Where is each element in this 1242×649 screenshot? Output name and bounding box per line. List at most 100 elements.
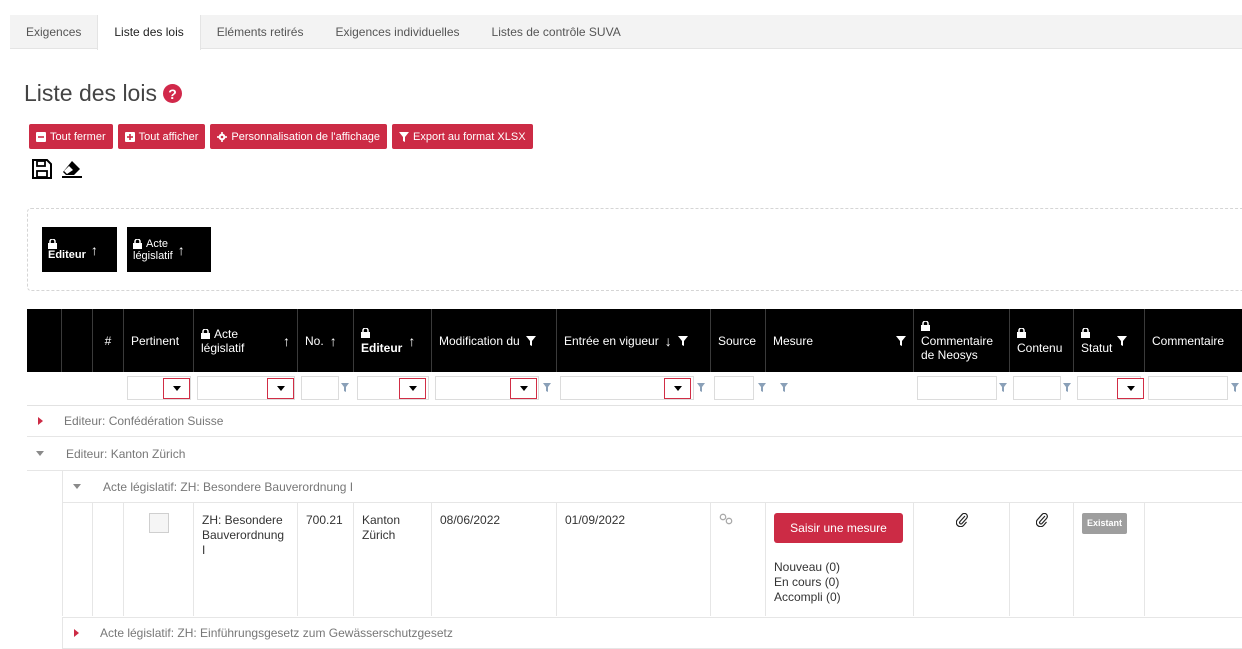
filter-clear-icon[interactable]: [1231, 383, 1239, 393]
collapse-all-button[interactable]: Tout fermer: [29, 124, 113, 149]
filter-entree-dropdown[interactable]: [664, 378, 691, 399]
filter-clear-icon[interactable]: [341, 383, 349, 393]
header-label: Statut: [1081, 340, 1113, 355]
collapse-arrow-icon[interactable]: [73, 484, 81, 489]
filter-icon[interactable]: [896, 335, 906, 346]
sort-arrow-down-icon: ↓: [664, 332, 672, 349]
header-contenu[interactable]: Contenu: [1010, 309, 1074, 372]
tab-exigences[interactable]: Exigences: [10, 15, 97, 49]
paperclip-icon[interactable]: [955, 513, 968, 527]
filter-acte-dropdown[interactable]: [267, 378, 294, 399]
header-label: législatif: [201, 340, 245, 355]
tab-elements-retires[interactable]: Eléments retirés: [201, 15, 320, 49]
page-title: Liste des lois: [24, 80, 157, 106]
group-chip-editeur[interactable]: Editeur ↑: [42, 227, 117, 272]
paperclip-icon[interactable]: [1035, 513, 1048, 527]
header-label: Acte: [214, 326, 239, 341]
toolbar: Tout fermer Tout afficher Personnalisati…: [29, 124, 533, 149]
row-pertinent: [124, 503, 194, 616]
group-row-label: Acte législatif: ZH: Besondere Bauverord…: [103, 479, 354, 494]
lock-icon: [1017, 326, 1026, 338]
tab-listes-controle-suva[interactable]: Listes de contrôle SUVA: [476, 15, 637, 49]
customize-display-label: Personnalisation de l'affichage: [231, 130, 381, 143]
sort-arrow-up-icon: ↑: [90, 241, 98, 258]
saisir-mesure-button[interactable]: Saisir une mesure: [774, 513, 903, 543]
row-source: [711, 503, 766, 616]
save-icon[interactable]: [31, 159, 53, 179]
tab-bar: Exigences Liste des lois Eléments retiré…: [10, 15, 1242, 50]
row-statut: Existant: [1074, 503, 1145, 616]
cell-text: Kanton: [362, 513, 401, 527]
chevron-down-icon: [276, 386, 285, 391]
header-hash[interactable]: #: [93, 309, 124, 372]
header-mesure[interactable]: Mesure: [766, 309, 914, 372]
header-source[interactable]: Source: [711, 309, 766, 372]
header-pertinent[interactable]: Pertinent: [124, 309, 194, 372]
export-xlsx-button[interactable]: Export au format XLSX: [392, 124, 533, 149]
header-modification-du[interactable]: Modification du: [432, 309, 557, 372]
group-row-label: Acte législatif: ZH: Einführungsgesetz z…: [100, 626, 453, 640]
header-commentaire[interactable]: Commentaire: [1145, 309, 1242, 372]
header-label: Mesure: [773, 333, 814, 348]
help-icon[interactable]: ?: [162, 84, 182, 103]
row-mesure: Saisir une mesure Nouveau (0) En cours (…: [766, 503, 914, 616]
filter-icon[interactable]: [525, 335, 536, 346]
filter-clear-icon[interactable]: [697, 383, 705, 393]
filter-no[interactable]: [301, 376, 339, 400]
filter-statut-dropdown[interactable]: [1117, 378, 1144, 399]
tab-exigences-individuelles[interactable]: Exigences individuelles: [319, 15, 475, 49]
link-icon[interactable]: [719, 513, 733, 525]
filter-icon[interactable]: [1117, 335, 1128, 346]
filter-clear-icon[interactable]: [543, 383, 551, 393]
cell-text: I: [202, 543, 206, 557]
filter-contenu[interactable]: [1013, 376, 1061, 400]
header-entree-en-vigueur[interactable]: Entrée en vigueur ↓: [557, 309, 711, 372]
group-chip-acte-legislatif[interactable]: Acte législatif ↑: [127, 227, 211, 272]
group-row-confederation[interactable]: Editeur: Confédération Suisse: [27, 406, 1242, 437]
grid-header: # Pertinent Acte législatif ↑ No. ↑ Edit…: [27, 309, 1242, 372]
filter-clear-icon[interactable]: [999, 383, 1007, 393]
group-row-label: Editeur: Confédération Suisse: [64, 414, 224, 428]
filter-row: [27, 372, 1242, 406]
row-commentaire-neosys: [914, 503, 1010, 616]
header-commentaire-neosys[interactable]: Commentaire de Neosys: [914, 309, 1010, 372]
filter-editeur-dropdown[interactable]: [399, 378, 426, 399]
eraser-icon[interactable]: [61, 159, 83, 179]
group-row-besondere-bauverordnung[interactable]: Acte législatif: ZH: Besondere Bauverord…: [62, 471, 1242, 503]
chevron-down-icon: [408, 386, 417, 391]
tab-liste-des-lois[interactable]: Liste des lois: [97, 15, 201, 50]
lock-icon: [48, 238, 57, 249]
filter-pertinent-dropdown[interactable]: [163, 378, 190, 399]
expand-all-button[interactable]: Tout afficher: [117, 124, 206, 149]
pertinent-checkbox[interactable]: [148, 513, 169, 533]
filter-commentaire-neosys[interactable]: [917, 376, 997, 400]
header-acte-legislatif[interactable]: Acte législatif ↑: [194, 309, 298, 372]
minus-square-icon: [36, 131, 46, 142]
collapse-arrow-icon[interactable]: [36, 451, 44, 456]
group-row-einfuhrungsgesetz[interactable]: Acte législatif: ZH: Einführungsgesetz z…: [62, 617, 1242, 649]
header-no[interactable]: No. ↑: [298, 309, 354, 372]
page-title-row: Liste des lois ?: [24, 80, 182, 107]
row-editeur: Kanton Zürich: [354, 503, 432, 616]
table-row[interactable]: ZH: Besondere Bauverordnung I 700.21 Kan…: [27, 503, 1242, 616]
filter-source[interactable]: [714, 376, 754, 400]
view-icons: [31, 159, 83, 179]
header-editeur[interactable]: Editeur ↑: [354, 309, 432, 372]
filter-clear-icon[interactable]: [758, 383, 766, 393]
filter-commentaire[interactable]: [1148, 376, 1228, 400]
group-row-kanton-zurich[interactable]: Editeur: Kanton Zürich: [27, 437, 1242, 471]
export-xlsx-label: Export au format XLSX: [413, 130, 526, 143]
expand-arrow-icon[interactable]: [74, 629, 79, 637]
row-spacer: [62, 503, 93, 616]
expand-arrow-icon[interactable]: [38, 417, 43, 425]
chevron-down-icon: [172, 386, 181, 391]
filter-icon[interactable]: [677, 335, 688, 346]
cell-text: Bauverordnung: [202, 528, 285, 542]
customize-display-button[interactable]: Personnalisation de l'affichage: [210, 124, 388, 149]
header-statut[interactable]: Statut: [1074, 309, 1145, 372]
filter-clear-icon[interactable]: [780, 383, 788, 393]
filter-clear-icon[interactable]: [1063, 383, 1071, 393]
plus-square-icon: [124, 131, 135, 142]
filter-modification-dropdown[interactable]: [510, 378, 537, 399]
header-label: No.: [305, 333, 324, 348]
